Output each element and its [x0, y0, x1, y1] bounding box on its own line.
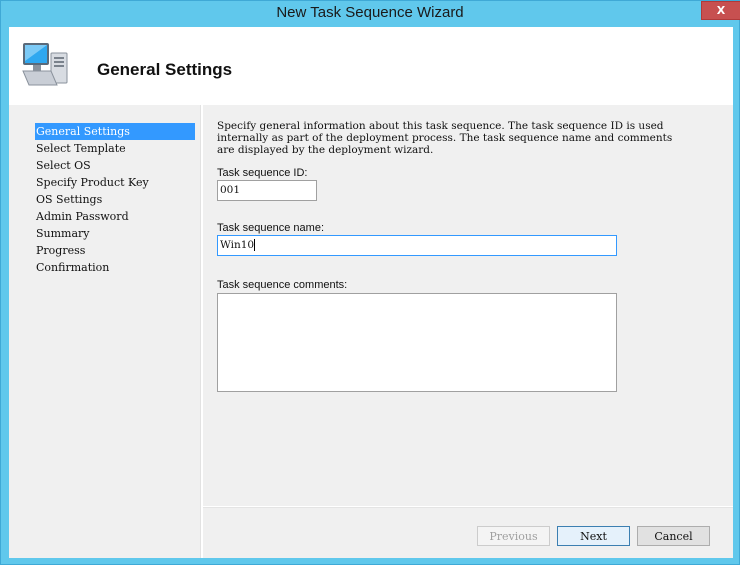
description-line: are displayed by the deployment wizard.: [217, 144, 434, 156]
task-sequence-id-label: Task sequence ID:: [217, 167, 308, 179]
title-bar[interactable]: New Task Sequence Wizard: [1, 1, 739, 27]
computer-icon: [22, 43, 68, 86]
step-general-settings[interactable]: General Settings: [35, 123, 195, 140]
text-caret: [254, 239, 256, 251]
step-progress[interactable]: Progress: [35, 242, 195, 259]
step-summary[interactable]: Summary: [35, 225, 195, 242]
close-button[interactable]: X: [701, 1, 740, 20]
page-description: Specify general information about this t…: [217, 120, 727, 156]
step-select-os[interactable]: Select OS: [35, 157, 195, 174]
wizard-footer: Previous Next Cancel: [203, 507, 733, 558]
description-line: internally as part of the deployment pro…: [217, 132, 673, 144]
next-button[interactable]: Next: [557, 526, 630, 546]
step-admin-password[interactable]: Admin Password: [35, 208, 195, 225]
wizard-window: New Task Sequence Wizard X General Setti…: [0, 0, 740, 565]
wizard-content-panel: Specify general information about this t…: [203, 105, 733, 506]
task-sequence-id-value: 001: [220, 184, 241, 196]
close-icon: X: [716, 4, 726, 17]
task-sequence-id-input[interactable]: 001: [217, 180, 317, 201]
step-specify-product-key[interactable]: Specify Product Key: [35, 174, 195, 191]
cancel-button[interactable]: Cancel: [637, 526, 710, 546]
page-title: General Settings: [97, 60, 233, 79]
step-os-settings[interactable]: OS Settings: [35, 191, 195, 208]
step-select-template[interactable]: Select Template: [35, 140, 195, 157]
step-confirmation[interactable]: Confirmation: [35, 259, 195, 276]
wizard-header: General Settings: [9, 27, 733, 105]
task-sequence-name-label: Task sequence name:: [217, 222, 325, 234]
task-sequence-name-value: Win10: [220, 239, 255, 251]
task-sequence-name-input[interactable]: Win10: [217, 235, 617, 256]
window-title: New Task Sequence Wizard: [276, 4, 464, 21]
wizard-client-area: General Settings General Settings Select…: [9, 27, 733, 558]
description-line: Specify general information about this t…: [217, 120, 664, 132]
task-sequence-comments-label: Task sequence comments:: [217, 279, 348, 291]
previous-button[interactable]: Previous: [477, 526, 550, 546]
wizard-steps-sidebar: General Settings Select Template Select …: [9, 105, 201, 558]
wizard-steps-list: General Settings Select Template Select …: [35, 123, 195, 276]
task-sequence-comments-textarea[interactable]: [217, 293, 617, 392]
